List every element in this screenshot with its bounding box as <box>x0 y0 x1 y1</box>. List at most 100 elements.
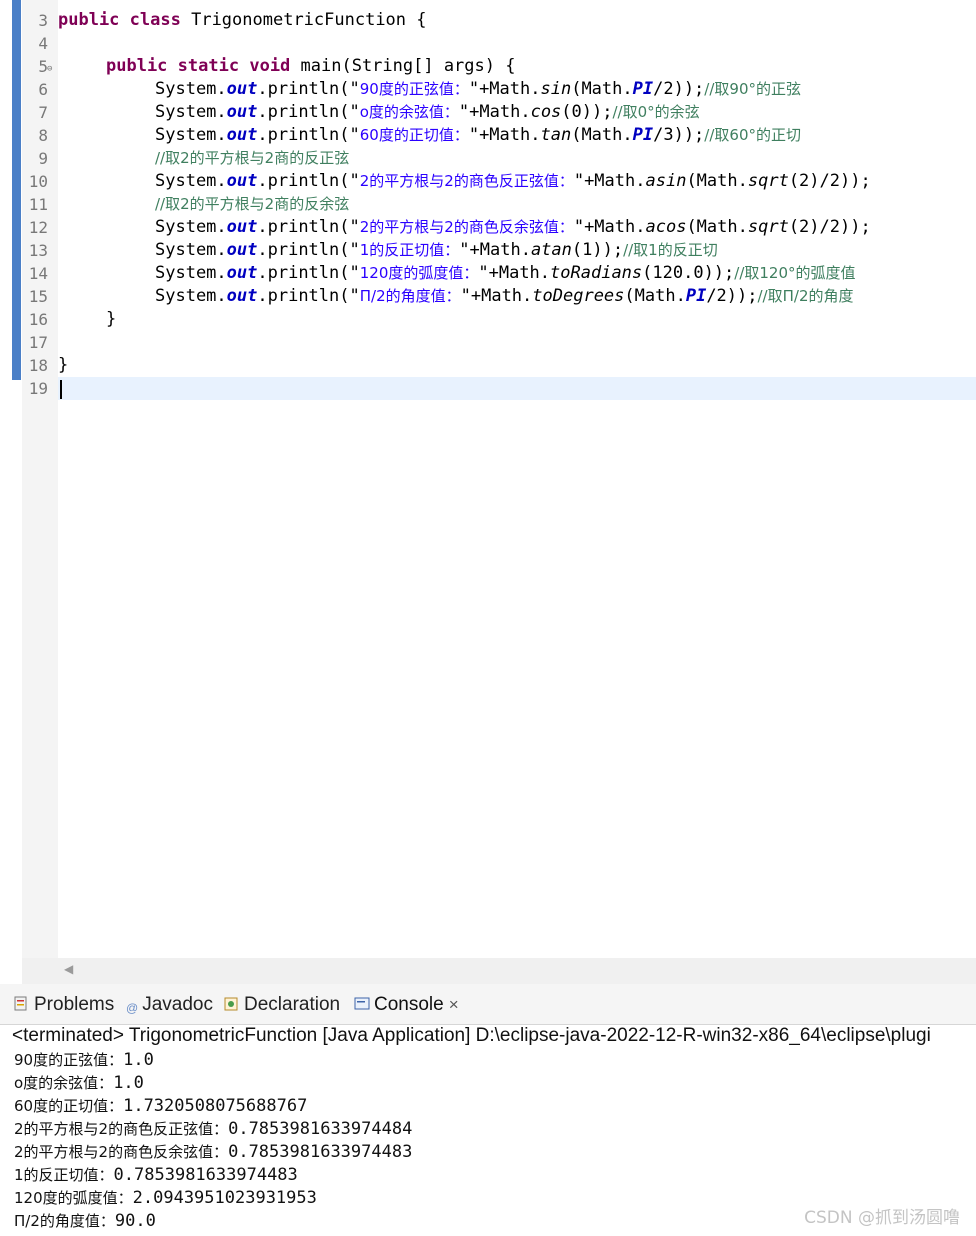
field-pi: PI <box>632 79 654 99</box>
code-text: (120.0)); <box>642 263 735 283</box>
code-text: .println(" <box>257 125 360 145</box>
code-text: (2)/2)); <box>788 217 871 237</box>
watermark: CSDN @抓到汤圆噜 <box>804 1208 960 1228</box>
code-line-asin[interactable]: System.out.println("2的平方根与2的商色反正弦值："+Mat… <box>155 170 871 193</box>
field-out: out <box>226 217 258 237</box>
code-text: } <box>58 355 69 375</box>
code-line-sin[interactable]: System.out.println("90度的正弦值："+Math.sin(M… <box>155 78 801 101</box>
code-line-todegrees[interactable]: System.out.println("Π/2的角度值："+Math.toDeg… <box>155 285 853 308</box>
string-literal: 2的平方根与2的商色反正弦值： <box>359 172 574 190</box>
console-icon <box>354 996 370 1018</box>
comment: //取60°的正切 <box>704 126 801 144</box>
method-name: sqrt <box>747 217 789 237</box>
keyword: public <box>106 56 168 76</box>
code-text: "+Math. <box>468 125 541 145</box>
bottom-panel: Problems @ Javadoc Declaration Console × <… <box>0 984 976 1236</box>
code-text: (Math. <box>686 171 748 191</box>
field-out: out <box>226 171 258 191</box>
panel-tab-bar: Problems @ Javadoc Declaration Console × <box>0 984 976 1025</box>
tab-label: Javadoc <box>142 994 213 1015</box>
console-line: 90度的正弦值：1.0 <box>14 1050 154 1070</box>
code-text: /2)); <box>653 79 705 99</box>
code-editor[interactable]: ⊖ 3 4 5 6 7 8 9 10 11 12 13 14 15 16 17 … <box>0 0 976 960</box>
code-text: System. <box>155 102 227 122</box>
tab-label: Problems <box>34 994 115 1015</box>
code-line-class-close[interactable]: } <box>58 354 68 377</box>
code-text: .println(" <box>257 79 360 99</box>
horizontal-scrollbar[interactable]: ◀ <box>22 958 976 984</box>
code-line-acos[interactable]: System.out.println("2的平方根与2的商色反余弦值："+Mat… <box>155 216 871 239</box>
code-line-tan[interactable]: System.out.println("60度的正切值："+Math.tan(M… <box>155 124 801 147</box>
tab-javadoc[interactable]: @ Javadoc <box>126 994 213 1016</box>
tab-problems[interactable]: Problems <box>14 994 114 1018</box>
code-text: "+Math. <box>459 240 531 260</box>
console-output[interactable]: 90度的正弦值：1.0 o度的余弦值：1.0 60度的正切值：1.7320508… <box>14 1049 412 1233</box>
field-out: out <box>226 286 258 306</box>
code-text: .println(" <box>257 263 360 283</box>
line-number: 3 <box>38 11 48 30</box>
console-status-line: <terminated> TrigonometricFunction [Java… <box>12 1025 931 1046</box>
scroll-left-arrow-icon[interactable]: ◀ <box>64 962 73 976</box>
comment: //取2的平方根与2商的反正弦 <box>155 149 350 167</box>
string-literal: Π/2的角度值： <box>359 287 461 305</box>
code-text: (Math. <box>624 286 686 306</box>
code-line-method-close[interactable]: } <box>106 308 116 331</box>
change-indicator-bar <box>12 0 21 380</box>
editor-left-margin <box>0 0 10 960</box>
comment: //取Π/2的角度 <box>757 287 854 305</box>
code-line-main-method[interactable]: public static void main(String[] args) { <box>106 55 515 78</box>
code-text: /3)); <box>653 125 705 145</box>
code-line-comment-acos[interactable]: //取2的平方根与2商的反余弦 <box>155 193 349 216</box>
keyword: public <box>58 10 120 30</box>
line-number: 11 <box>28 195 48 214</box>
javadoc-icon: @ <box>126 1001 139 1015</box>
method-name: sqrt <box>747 171 789 191</box>
string-literal: 120度的弧度值： <box>359 264 479 282</box>
code-text: (0)); <box>561 102 613 122</box>
comment: //取2的平方根与2商的反余弦 <box>155 195 350 213</box>
code-text: "+Math. <box>478 263 551 283</box>
line-number: 12 <box>28 218 48 237</box>
problems-icon <box>14 996 30 1018</box>
console-line: Π/2的角度值：90.0 <box>14 1211 156 1231</box>
keyword: static <box>177 56 240 76</box>
code-text: .println(" <box>257 240 360 260</box>
code-line-toradians[interactable]: System.out.println("120度的弧度值："+Math.toRa… <box>155 262 856 285</box>
code-line-atan[interactable]: System.out.println("1的反正切值："+Math.atan(1… <box>155 239 718 262</box>
comment: //取0°的余弦 <box>612 103 700 121</box>
keyword: class <box>129 10 181 30</box>
tab-declaration[interactable]: Declaration <box>224 994 340 1018</box>
string-literal: o度的余弦值： <box>359 103 459 121</box>
code-text: "+Math. <box>468 79 541 99</box>
code-text: } <box>106 309 117 329</box>
tab-console[interactable]: Console × <box>354 994 459 1018</box>
field-out: out <box>226 79 258 99</box>
current-line-highlight <box>58 377 976 400</box>
close-icon[interactable]: × <box>449 995 459 1014</box>
line-number: 4 <box>38 34 48 53</box>
field-out: out <box>226 125 258 145</box>
code-text: "+Math. <box>458 102 531 122</box>
field-out: out <box>226 263 258 283</box>
method-name: sin <box>540 79 572 99</box>
console-line: 2的平方根与2的商色反正弦值：0.7853981633974484 <box>14 1119 413 1139</box>
code-text: System. <box>155 286 227 306</box>
code-text: (Math. <box>571 125 633 145</box>
code-text: "+Math. <box>573 171 646 191</box>
comment: //取120°的弧度值 <box>734 264 856 282</box>
code-line-comment-asin[interactable]: //取2的平方根与2商的反正弦 <box>155 147 349 170</box>
code-text: (Math. <box>571 79 633 99</box>
code-text: "+Math. <box>460 286 533 306</box>
line-number: 13 <box>28 241 48 260</box>
code-text: /2)); <box>706 286 758 306</box>
string-literal: 2的平方根与2的商色反余弦值： <box>359 218 574 236</box>
code-text: (1)); <box>571 240 624 260</box>
code-line-cos[interactable]: System.out.println("o度的余弦值："+Math.cos(0)… <box>155 101 700 124</box>
line-number: 8 <box>38 126 48 145</box>
field-out: out <box>226 102 258 122</box>
code-line-class-declaration[interactable]: public class TrigonometricFunction { <box>58 9 427 32</box>
code-text: "+Math. <box>573 217 646 237</box>
console-line: o度的余弦值：1.0 <box>14 1073 144 1093</box>
line-number: 5 <box>38 57 48 76</box>
code-text: main(String[] args) { <box>290 56 516 76</box>
